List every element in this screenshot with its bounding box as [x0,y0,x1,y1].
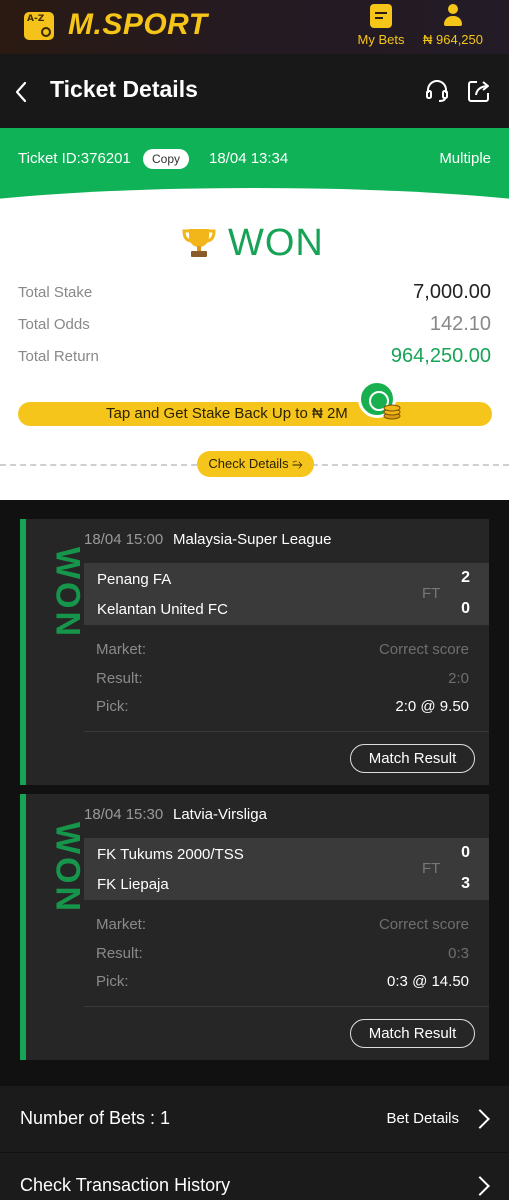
transaction-history-row[interactable]: Check Transaction History [0,1153,509,1200]
away-score: 0 [461,600,470,617]
scoreboard: FK Tukums 2000/TSS FK Liepaja FT 0 3 [84,838,489,900]
bet-details-link[interactable]: Bet Details [386,1110,459,1127]
chevron-double-down-icon: ⭇ [292,456,303,471]
won-indicator-bar [20,794,26,1060]
match-time: 18/04 15:00 [84,531,164,548]
result-value: 0:3 [448,945,469,962]
home-team: Penang FA [97,571,172,588]
account-balance-button[interactable]: ₦ 964,250 [418,4,488,47]
stake-back-promo-button[interactable]: Tap and Get Stake Back Up to ₦ 2M [18,402,492,426]
az-label: A-Z [27,14,45,24]
brand-logo[interactable]: M.SPORT [68,8,208,42]
pick-value: 2:0 @ 9.50 [395,698,469,715]
match-result-button[interactable]: Match Result [350,1019,475,1048]
ticket-type: Multiple [439,150,491,167]
result-label: Result: [96,945,143,962]
check-details-button[interactable]: Check Details ⭇ [197,451,314,477]
total-odds-value: 142.10 [429,313,491,335]
bet-status-vertical: WON [48,821,87,915]
bet-card: WON 18/04 15:30 Latvia-Virsliga FK Tukum… [20,794,489,1060]
home-team: FK Tukums 2000/TSS [97,846,244,863]
bets-slip-icon [370,4,392,28]
page-header: Ticket Details [0,54,509,128]
promo-text: Tap and Get Stake Back Up to ₦ 2M [106,405,348,422]
market-label: Market: [96,641,147,658]
trophy-icon [180,226,218,260]
total-odds-label: Total Odds [18,316,90,333]
match-result-button[interactable]: Match Result [350,744,475,773]
result-label: Result: [96,670,143,687]
balance-amount: ₦ 964,250 [423,32,483,47]
divider [84,731,489,732]
my-bets-button[interactable]: My Bets [356,4,406,47]
share-button[interactable] [466,78,492,104]
chevron-right-icon [470,1176,490,1196]
match-time: 18/04 15:30 [84,806,164,823]
ticket-status: WON [228,222,324,264]
pick-label: Pick: [96,973,129,990]
scoreboard: Penang FA Kelantan United FC FT 2 0 [84,563,489,625]
match-status: FT [422,585,441,602]
league-name: Latvia-Virsliga [173,806,267,823]
home-score: 0 [461,844,470,861]
back-button[interactable] [14,76,38,106]
market-value: Correct score [378,916,469,933]
headset-icon [426,80,448,102]
share-icon [468,81,489,102]
market-label: Market: [96,916,147,933]
won-indicator-bar [20,519,26,785]
total-return-label: Total Return [18,348,99,365]
transaction-history-label: Check Transaction History [20,1175,231,1195]
total-odds-row: Total Odds 142.10 [18,313,491,340]
az-sports-icon[interactable]: A-Z [24,12,54,40]
pick-value: 0:3 @ 14.50 [387,973,469,990]
ticket-date: 18/04 13:34 [209,150,289,167]
pick-label: Pick: [96,698,129,715]
ticket-details-screen: A-Z M.SPORT My Bets ₦ 964,250 Ticket Det… [0,0,509,1200]
total-return-value: 964,250.00 [390,345,491,367]
number-of-bets-label: Number of Bets : 1 [20,1108,171,1128]
league-name: Malaysia-Super League [173,531,332,548]
away-score: 3 [461,875,470,892]
check-details-label: Check Details [208,456,289,471]
chevron-right-icon [470,1109,490,1129]
away-team: Kelantan United FC [97,601,228,618]
divider [84,1006,489,1007]
user-icon [442,4,464,28]
bet-card: WON 18/04 15:00 Malaysia-Super League Pe… [20,519,489,785]
chevron-left-icon [15,81,27,103]
home-score: 2 [461,569,470,586]
result-value: 2:0 [448,670,469,687]
total-stake-row: Total Stake 7,000.00 [18,281,491,308]
total-stake-label: Total Stake [18,284,93,301]
page-title: Ticket Details [50,76,198,102]
total-stake-value: 7,000.00 [413,281,491,303]
away-team: FK Liepaja [97,876,169,893]
total-return-row: Total Return 964,250.00 [18,345,491,372]
number-of-bets-row[interactable]: Number of Bets : 1 Bet Details [0,1086,509,1152]
copy-ticket-id-button[interactable]: Copy [143,149,189,169]
bet-status-vertical: WON [48,546,87,640]
brand-bar: A-Z M.SPORT My Bets ₦ 964,250 [0,0,509,54]
ticket-id: Ticket ID:376201 [18,150,131,167]
market-value: Correct score [378,641,469,658]
my-bets-label: My Bets [357,32,405,47]
match-status: FT [422,860,441,877]
customer-support-button[interactable] [424,78,450,104]
coins-icon [380,398,404,422]
